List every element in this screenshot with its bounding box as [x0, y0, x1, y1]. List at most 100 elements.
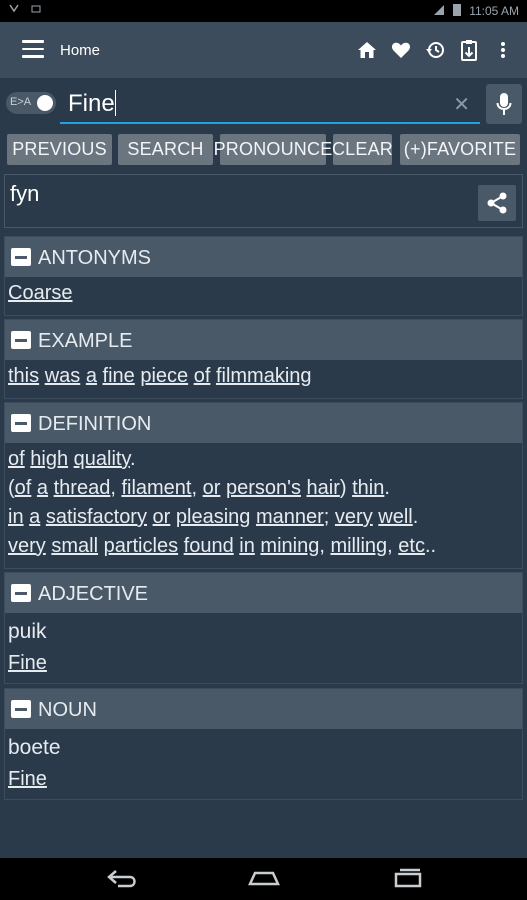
add-favorite-button[interactable]: (+)FAVORITE — [400, 134, 520, 165]
example-section: EXAMPLE this was a fine piece of filmmak… — [4, 319, 523, 399]
status-bar: 11:05 AM — [0, 0, 527, 22]
section-title: ANTONYMS — [38, 247, 151, 269]
clear-button[interactable]: CLEAR — [332, 134, 393, 165]
word-link[interactable]: of — [15, 477, 32, 499]
hamburger-menu-icon[interactable] — [22, 40, 44, 60]
definition-line: in a satisfactory or pleasing manner; ve… — [8, 503, 519, 532]
definition-line: very small particles found in mining, mi… — [8, 535, 437, 557]
search-row: E>A Fine ✕ — [0, 78, 527, 128]
word-link[interactable]: hair — [307, 477, 340, 499]
word-link[interactable]: person's — [226, 477, 301, 499]
word-link[interactable]: milling — [330, 535, 387, 557]
section-title: DEFINITION — [38, 413, 152, 435]
example-sentence: this was a fine piece of filmmaking — [5, 360, 522, 395]
word-link[interactable]: of — [8, 448, 25, 470]
microphone-icon — [496, 93, 512, 115]
word-link[interactable]: or — [153, 506, 171, 528]
word-link[interactable]: mining — [260, 535, 319, 557]
punctuation: .. — [424, 535, 437, 557]
system-nav-bar — [0, 858, 527, 900]
word-link[interactable]: piece — [140, 365, 188, 387]
word-link[interactable]: very — [8, 535, 46, 557]
language-direction-toggle[interactable]: E>A — [6, 92, 56, 114]
clipboard-icon[interactable] — [459, 38, 479, 62]
word-link[interactable]: manner — [256, 506, 324, 528]
signal-icon — [433, 4, 445, 19]
phonetic-text: fyn — [10, 181, 40, 206]
word-link[interactable]: a — [86, 365, 97, 387]
word-link[interactable]: high — [30, 448, 68, 470]
definition-header[interactable]: DEFINITION — [5, 403, 522, 443]
definition-body: of high quality. (of a thread, filament,… — [5, 443, 522, 565]
punctuation: . — [384, 477, 390, 499]
status-time: 11:05 AM — [469, 4, 519, 18]
collapse-icon[interactable] — [11, 414, 31, 432]
definition-section: DEFINITION of high quality. (of a thread… — [4, 402, 523, 569]
noun-section: NOUN boete Fine — [4, 688, 523, 800]
app-bar: Home — [0, 22, 527, 78]
phonetic-box: fyn — [4, 174, 523, 228]
word-link[interactable]: pleasing — [176, 506, 251, 528]
section-title: ADJECTIVE — [38, 583, 149, 605]
word-link[interactable]: Fine — [8, 652, 47, 674]
word-link[interactable]: thread — [54, 477, 111, 499]
word-link[interactable]: fine — [103, 365, 135, 387]
word-link[interactable]: particles — [104, 535, 178, 557]
word-link[interactable]: in — [8, 506, 24, 528]
collapse-icon[interactable] — [11, 584, 31, 602]
back-icon[interactable] — [106, 868, 138, 893]
word-link[interactable]: in — [239, 535, 255, 557]
share-icon — [487, 192, 507, 214]
home-nav-icon[interactable] — [247, 868, 281, 893]
punctuation: ) — [339, 477, 347, 499]
microphone-button[interactable] — [486, 84, 522, 124]
word-link[interactable]: quality — [74, 448, 130, 470]
example-header[interactable]: EXAMPLE — [5, 320, 522, 360]
search-button[interactable]: SEARCH — [118, 134, 213, 165]
word-link[interactable]: this — [8, 365, 39, 387]
home-icon[interactable] — [357, 38, 377, 62]
previous-button[interactable]: PREVIOUS — [7, 134, 112, 165]
word-link[interactable]: Fine — [8, 768, 47, 790]
clear-input-icon[interactable]: ✕ — [453, 92, 470, 117]
collapse-icon[interactable] — [11, 331, 31, 349]
section-title: NOUN — [38, 699, 97, 721]
toggle-label: E>A — [10, 96, 32, 108]
word-link[interactable]: etc — [398, 535, 425, 557]
share-button[interactable] — [478, 185, 516, 221]
more-options-icon[interactable] — [493, 38, 513, 62]
word-link[interactable]: filmmaking — [216, 365, 312, 387]
antonyms-header[interactable]: ANTONYMS — [5, 237, 522, 277]
pronounce-button[interactable]: PRONOUNCE — [214, 134, 332, 165]
punctuation: . — [129, 448, 136, 470]
word-link[interactable]: a — [37, 477, 48, 499]
definition-line: of high quality. — [8, 445, 519, 474]
punctuation: ; — [323, 506, 330, 528]
notification-icon — [8, 3, 20, 18]
battery-icon — [453, 3, 462, 19]
adjective-header[interactable]: ADJECTIVE — [5, 573, 522, 613]
word-link[interactable]: satisfactory — [46, 506, 147, 528]
notification-icon — [30, 3, 42, 18]
page-title: Home — [60, 42, 101, 59]
word-link[interactable]: or — [203, 477, 221, 499]
word-link[interactable]: found — [184, 535, 234, 557]
word-link[interactable]: of — [194, 365, 211, 387]
word-link[interactable]: filament — [121, 477, 191, 499]
word-link[interactable]: was — [45, 365, 81, 387]
antonym-link[interactable]: Coarse — [8, 282, 72, 304]
word-link[interactable]: very — [335, 506, 373, 528]
toggle-knob — [37, 95, 53, 111]
noun-header[interactable]: NOUN — [5, 689, 522, 729]
recent-apps-icon[interactable] — [392, 868, 424, 893]
history-icon[interactable] — [425, 38, 445, 62]
collapse-icon[interactable] — [11, 700, 31, 718]
word-link[interactable]: well — [378, 506, 412, 528]
word-link[interactable]: thin — [352, 477, 384, 499]
word-link[interactable]: small — [51, 535, 98, 557]
collapse-icon[interactable] — [11, 248, 31, 266]
punctuation: ( — [8, 477, 15, 499]
word-link[interactable]: a — [29, 506, 40, 528]
heart-icon[interactable] — [391, 38, 411, 62]
search-input[interactable]: Fine ✕ — [60, 88, 480, 124]
